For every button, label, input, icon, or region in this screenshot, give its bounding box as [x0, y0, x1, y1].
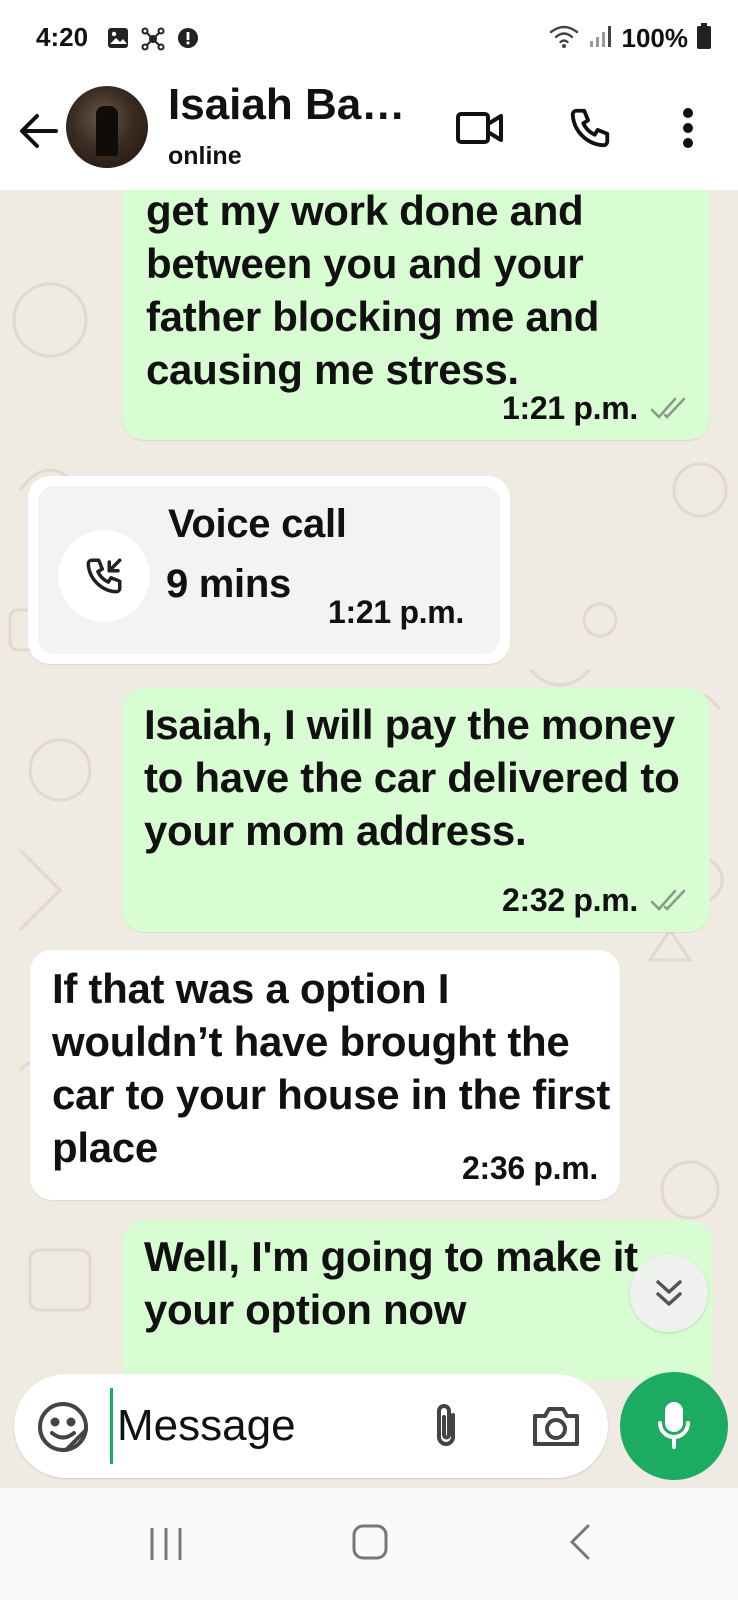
message-time: 2:32 p.m.: [501, 882, 638, 918]
message-bubble-outgoing[interactable]: Isaiah, I will pay the money to have the…: [122, 688, 710, 932]
alert-icon: [176, 26, 200, 57]
message-meta: 2:32 p.m.: [502, 882, 688, 918]
status-bar: 4:20 100%: [0, 0, 738, 78]
contact-status: online: [168, 142, 242, 170]
message-text: get my work done and between you and you…: [146, 190, 600, 393]
message-text: Isaiah, I will pay the money to have the…: [144, 701, 680, 854]
signal-icon: [588, 23, 614, 54]
call-duration: 9 mins: [166, 562, 291, 606]
voice-call-card[interactable]: Voice call 9 mins 1:21 p.m.: [28, 476, 510, 664]
sticker-icon: [38, 1401, 89, 1452]
microphone-icon: [658, 1402, 690, 1449]
attach-button[interactable]: [418, 1396, 474, 1456]
incoming-call-icon-wrap: [58, 530, 150, 622]
camera-button[interactable]: [526, 1396, 586, 1456]
more-options-button[interactable]: [660, 100, 716, 156]
message-input[interactable]: [110, 1388, 410, 1464]
chat-area[interactable]: get my work done and between you and you…: [0, 190, 738, 1380]
attachment-icon: [437, 1404, 455, 1446]
chevron-left-icon: [569, 1524, 590, 1560]
message-bubble-incoming[interactable]: If that was a option I wouldn’t have bro…: [30, 950, 620, 1200]
message-meta: 1:21 p.m.: [502, 390, 688, 426]
contact-avatar[interactable]: [66, 86, 148, 168]
chat-header: Isaiah Ba… online: [0, 78, 738, 190]
system-navigation-bar: [0, 1488, 738, 1600]
video-call-button[interactable]: [452, 100, 508, 156]
message-time: 2:36 p.m.: [461, 1150, 598, 1186]
voice-message-button[interactable]: [620, 1372, 728, 1480]
message-bubble-outgoing[interactable]: Well, I'm going to make it your option n…: [122, 1220, 712, 1380]
recent-apps-icon: [150, 1528, 182, 1560]
message-meta: 2:36 p.m.: [462, 1150, 598, 1186]
voice-call-button[interactable]: [562, 100, 618, 156]
call-title: Voice call: [168, 502, 347, 546]
wifi-icon: [548, 22, 580, 55]
message-bubble-outgoing[interactable]: get my work done and between you and you…: [122, 190, 710, 440]
recent-apps-button[interactable]: [146, 1524, 186, 1564]
status-icons-right: 100%: [548, 22, 713, 55]
voice-call-inner: Voice call 9 mins 1:21 p.m.: [38, 486, 500, 654]
message-time: 1:21 p.m.: [328, 594, 465, 630]
message-time: 1:21 p.m.: [501, 390, 638, 426]
scroll-to-bottom-button[interactable]: [630, 1254, 708, 1332]
status-time: 4:20: [36, 22, 89, 52]
sticker-button[interactable]: [36, 1400, 90, 1454]
back-button[interactable]: [14, 106, 64, 156]
message-text: If that was a option I wouldn’t have bro…: [52, 965, 611, 1171]
video-call-icon: [456, 112, 503, 144]
system-back-button[interactable]: [562, 1522, 602, 1562]
home-button[interactable]: [350, 1522, 390, 1562]
battery-percentage: 100%: [621, 23, 689, 53]
gallery-icon: [106, 26, 130, 57]
contact-name[interactable]: Isaiah Ba…: [168, 80, 405, 130]
network-icon: [140, 26, 166, 57]
status-icons-left: [106, 26, 200, 57]
double-chevron-down-icon: [656, 1280, 682, 1306]
double-check-icon: [650, 397, 686, 419]
double-check-icon: [650, 889, 686, 911]
phone-icon: [570, 108, 610, 148]
home-icon: [352, 1524, 388, 1560]
incoming-call-icon: [86, 558, 122, 594]
arrow-left-icon: [20, 114, 58, 148]
message-composer: [14, 1374, 608, 1478]
battery-icon: [696, 22, 712, 55]
more-vert-icon: [683, 108, 693, 148]
camera-icon: [533, 1407, 579, 1446]
message-text: Well, I'm going to make it your option n…: [144, 1233, 638, 1333]
